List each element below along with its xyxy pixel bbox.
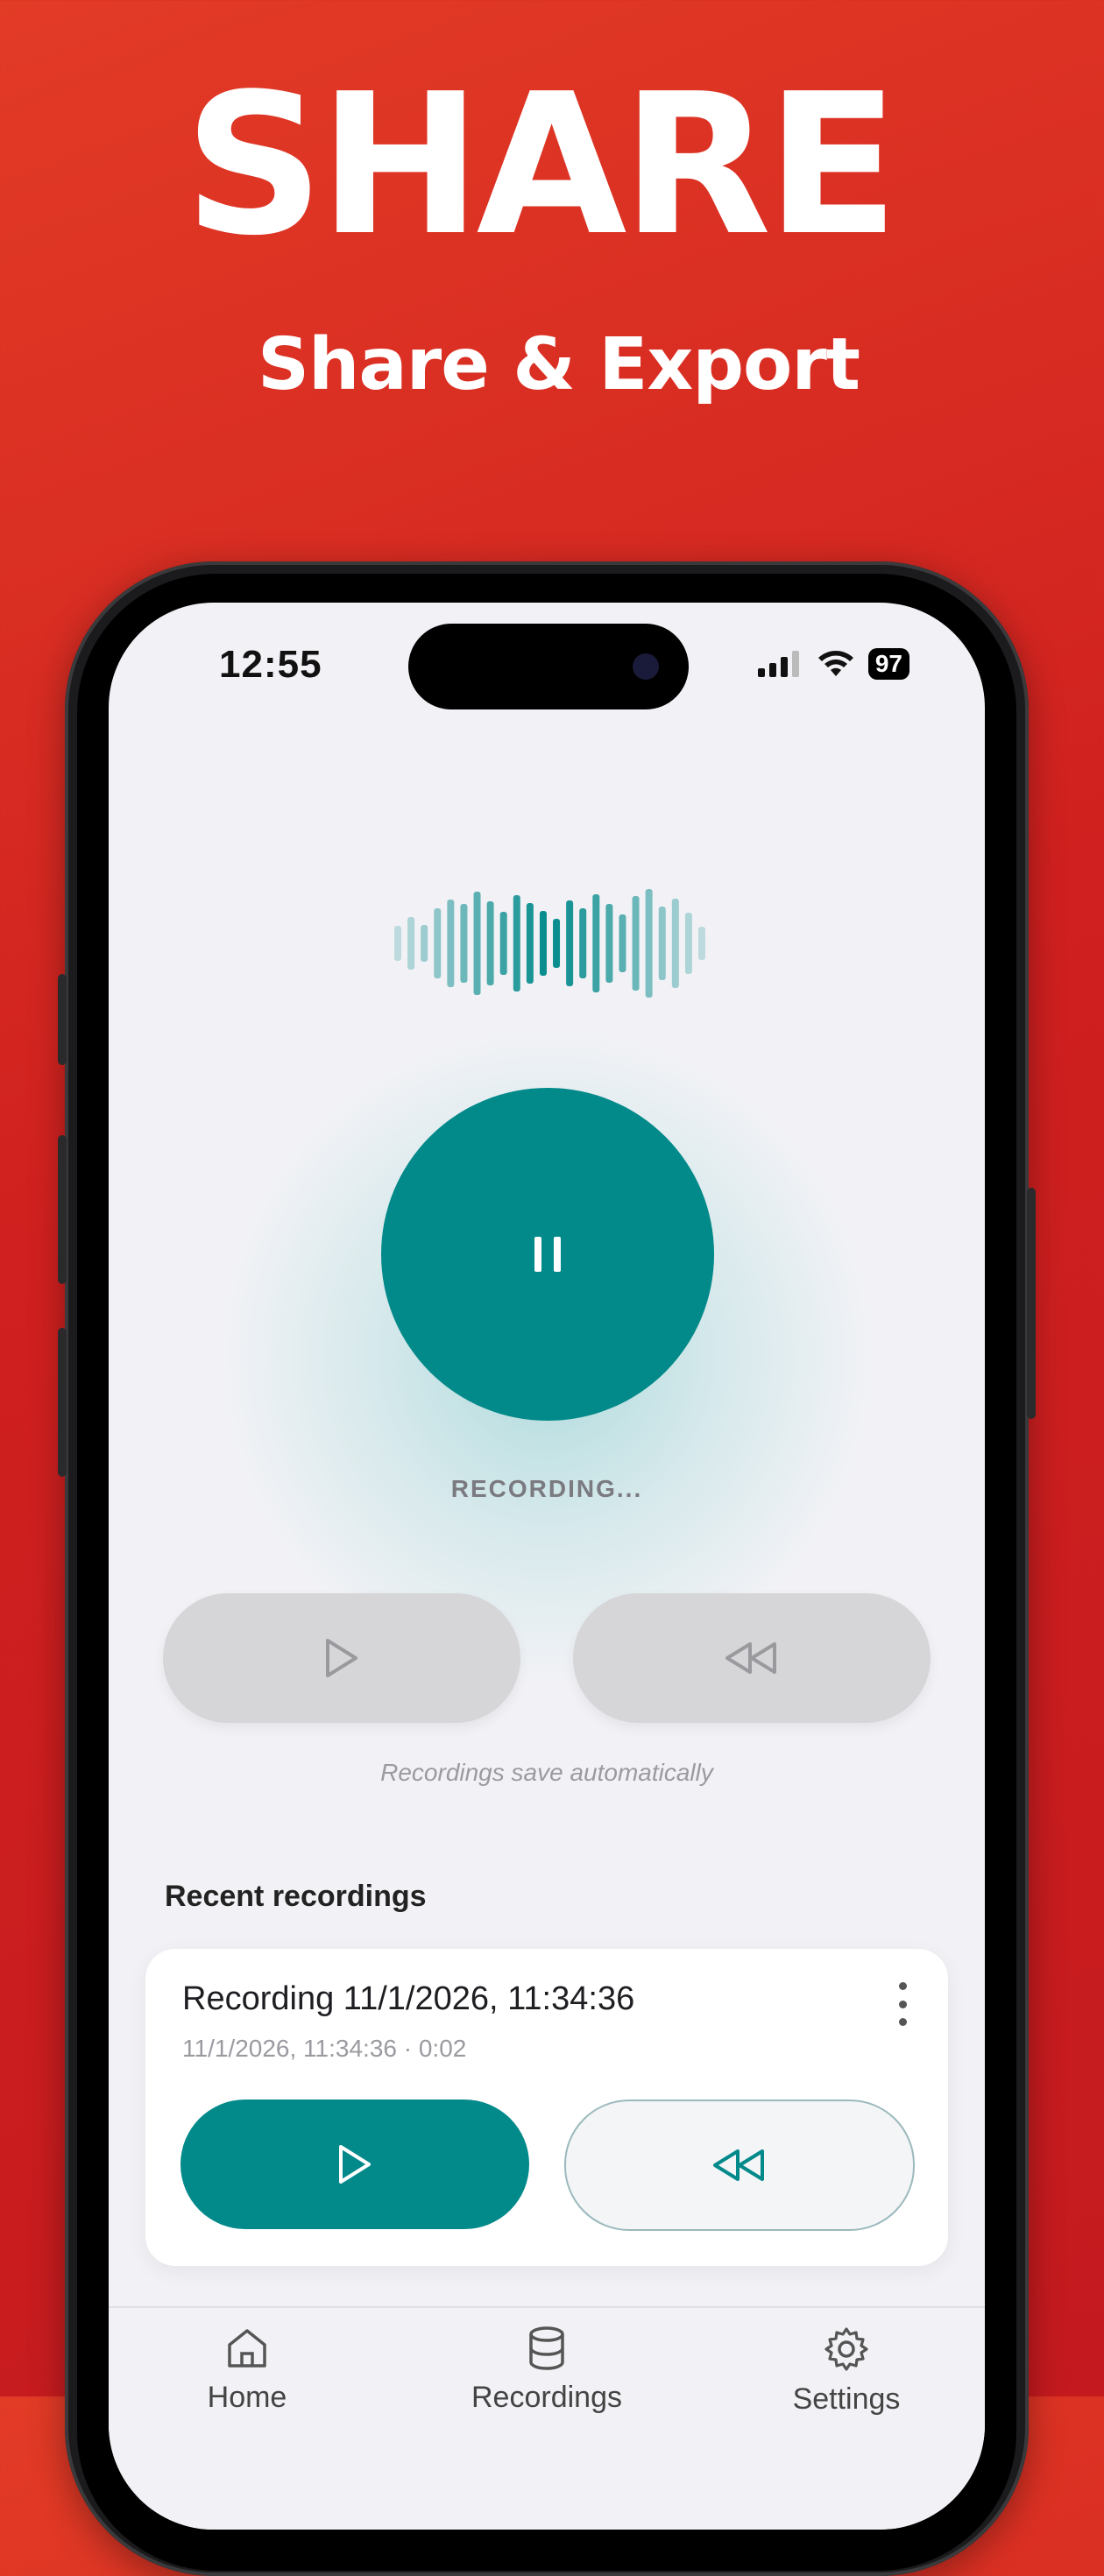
tab-label-home: Home <box>207 2381 287 2414</box>
recording-rewind-button[interactable] <box>564 2100 915 2231</box>
volume-down-button <box>58 1328 67 1477</box>
waveform-bar <box>592 894 600 992</box>
waveform-bar <box>499 912 507 975</box>
recording-status: RECORDING... <box>450 1475 643 1502</box>
more-options-icon[interactable] <box>894 1982 911 2026</box>
battery-indicator: 97 <box>867 648 909 680</box>
waveform-bar <box>671 899 679 988</box>
waveform-bar <box>698 927 705 960</box>
pause-icon <box>528 1237 567 1272</box>
waveform-bar <box>526 903 534 984</box>
status-time: 12:55 <box>219 643 322 686</box>
autosave-hint: Recordings save automatically <box>380 1759 713 1786</box>
gear-icon <box>824 2327 868 2371</box>
home-icon <box>228 2329 266 2368</box>
waveform-bar <box>486 901 494 985</box>
waveform-bar <box>421 925 428 962</box>
tab-home[interactable]: Home <box>159 2325 335 2415</box>
waveform-bar <box>447 900 455 987</box>
waveform-bar <box>658 907 666 980</box>
waveform-bar <box>394 926 401 961</box>
rewind-icon <box>713 2149 764 2181</box>
database-icon <box>529 2326 564 2370</box>
tab-settings[interactable]: Settings <box>759 2325 934 2417</box>
waveform-bar <box>407 917 415 970</box>
phone-screen: 12:55 97 RECORDING... Recordings save au… <box>109 603 985 2530</box>
play-icon <box>326 1639 357 1677</box>
tab-bar: Home Recordings Settings <box>109 2306 985 2530</box>
recording-play-button[interactable] <box>180 2100 529 2229</box>
recording-meta: 11/1/2026, 11:34:36 · 0:02 <box>182 2035 467 2062</box>
power-button <box>1027 1188 1036 1419</box>
tab-recordings[interactable]: Recordings <box>459 2325 634 2415</box>
dynamic-island <box>408 624 689 709</box>
waveform-bar <box>539 911 547 976</box>
waveform-bar <box>566 900 574 986</box>
rewind-button-disabled[interactable] <box>573 1593 931 1723</box>
waveform-bar <box>553 919 561 968</box>
record-pause-button[interactable] <box>381 1088 714 1421</box>
waveform-bar <box>605 904 613 983</box>
play-icon <box>339 2145 371 2184</box>
hero-title: SHARE <box>183 53 899 279</box>
status-icons: 97 <box>757 646 909 681</box>
rewind-icon <box>725 1642 776 1674</box>
waveform-bar <box>684 913 692 974</box>
tab-label-settings: Settings <box>792 2382 901 2416</box>
camera-lens <box>633 653 659 680</box>
waveform-bar <box>513 895 520 992</box>
waveform-bar <box>473 892 481 995</box>
signal-icon <box>757 651 799 677</box>
waveform-bar <box>460 904 468 983</box>
recent-recordings-heading: Recent recordings <box>165 1880 427 1913</box>
recording-title: Recording 11/1/2026, 11:34:36 <box>182 1980 635 2017</box>
waveform-bar <box>579 908 587 978</box>
waveform-bar <box>645 889 653 998</box>
play-button-disabled[interactable] <box>163 1593 520 1723</box>
tab-label-recordings: Recordings <box>471 2381 622 2414</box>
waveform-bar <box>632 896 640 991</box>
volume-up-button <box>58 1135 67 1284</box>
waveform-visualizer <box>394 889 705 998</box>
hero-subtitle: Share & Export <box>257 323 860 406</box>
waveform-bar <box>619 914 626 972</box>
recording-card[interactable]: Recording 11/1/2026, 11:34:36 11/1/2026,… <box>145 1949 948 2266</box>
waveform-bar <box>434 908 442 978</box>
action-button <box>58 974 67 1065</box>
wifi-icon <box>817 651 853 676</box>
